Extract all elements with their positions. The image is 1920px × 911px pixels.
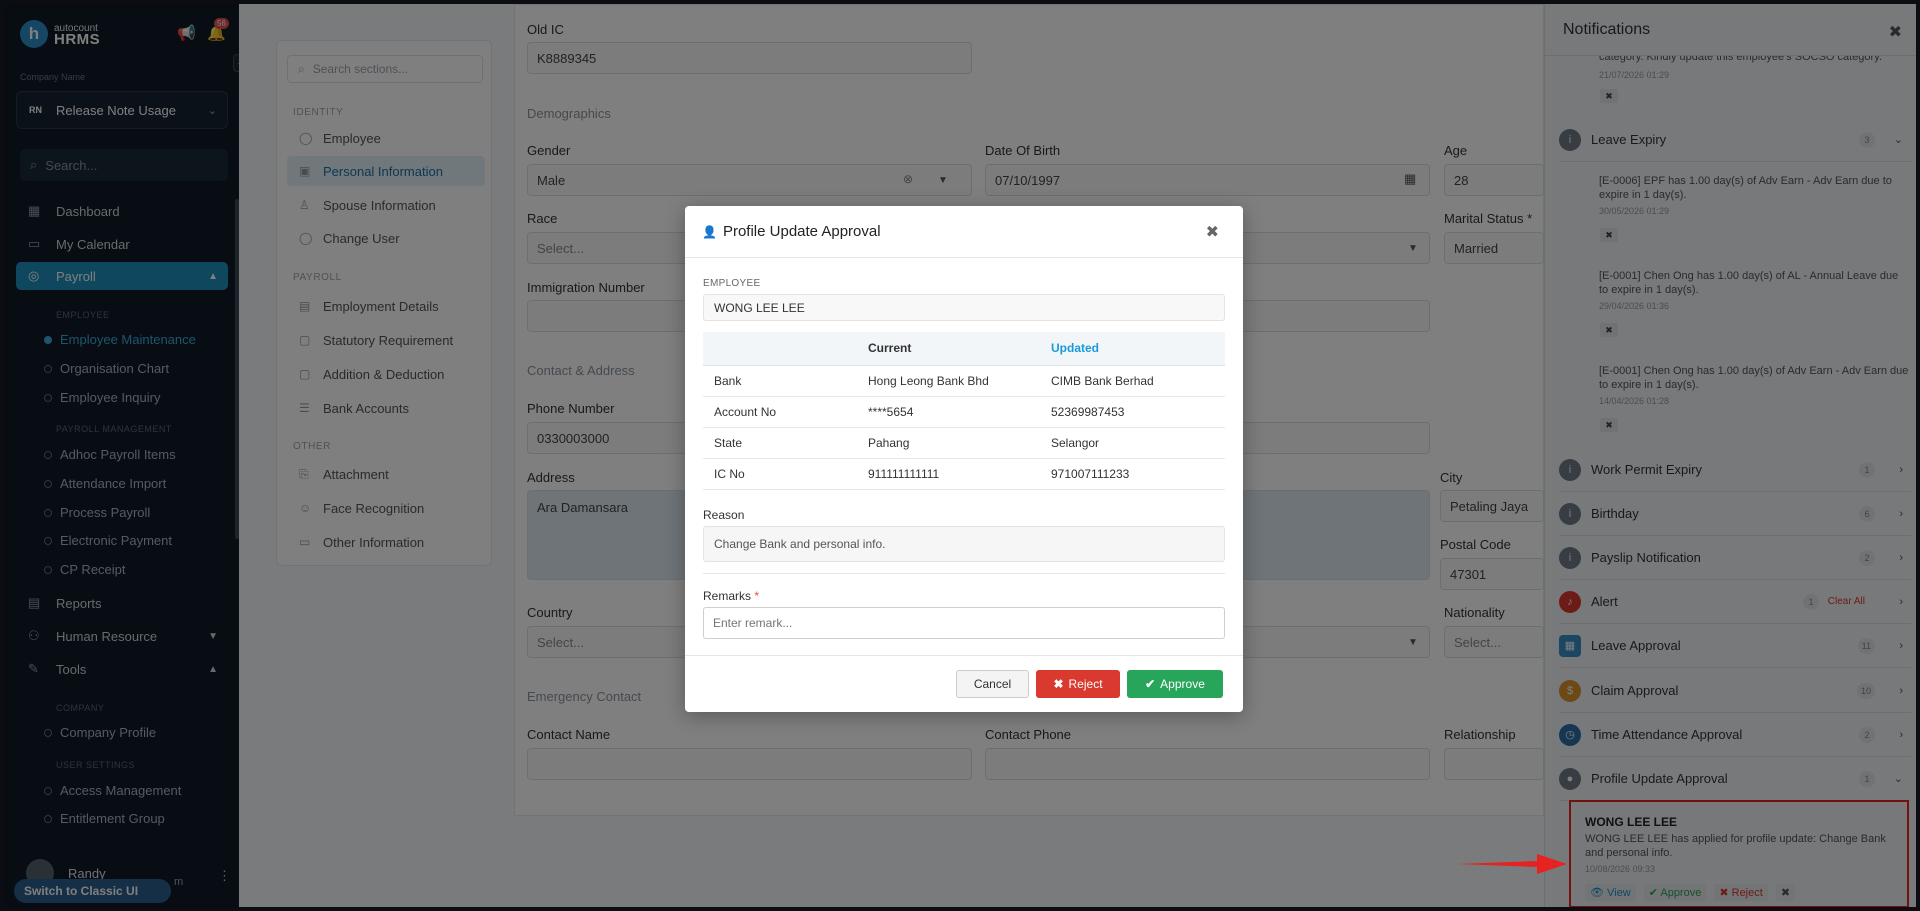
approve-button[interactable]: ✔ Approve (1127, 670, 1223, 698)
row-current: ****5654 (868, 396, 1051, 428)
modal-footer-divider (685, 655, 1243, 656)
close-icon[interactable]: ✖ (1206, 222, 1219, 242)
employee-label: EMPLOYEE (703, 278, 761, 289)
table-row: Account No ****5654 52369987453 (703, 396, 1225, 428)
user-icon: 👤 (702, 224, 717, 239)
app-window: h autocount HRMS 📢 🔔 56 Company Name RN … (0, 0, 1920, 911)
row-updated: Selangor (1051, 427, 1225, 459)
row-updated: 52369987453 (1051, 396, 1225, 428)
row-current: Pahang (868, 427, 1051, 459)
cancel-button[interactable]: Cancel (956, 670, 1029, 698)
table-row: IC No 911111111111 971007111233 (703, 458, 1225, 490)
remarks-label: Remarks (703, 589, 752, 603)
row-field: IC No (703, 458, 868, 490)
col-updated: Updated (1051, 332, 1225, 366)
remarks-input[interactable] (703, 607, 1225, 639)
annotation-arrow-icon (1457, 854, 1567, 874)
table-header-row: Current Updated (703, 332, 1225, 366)
modal-header: 👤 Profile Update Approval (685, 206, 1243, 258)
row-updated: CIMB Bank Berhad (1051, 365, 1225, 397)
profile-update-approval-modal: 👤 Profile Update Approval ✖ EMPLOYEE WONG… (685, 206, 1243, 712)
col-current: Current (868, 332, 1051, 366)
reason-label: Reason (703, 508, 745, 522)
col-field (703, 332, 868, 366)
x-icon: ✖ (1053, 677, 1064, 691)
changes-table: Current Updated Bank Hong Leong Bank Bhd C… (703, 332, 1225, 490)
table-row: Bank Hong Leong Bank Bhd CIMB Bank Berhad (703, 365, 1225, 397)
table-row: State Pahang Selangor (703, 427, 1225, 459)
remarks-label-wrap: Remarks * (703, 589, 759, 603)
employee-field: WONG LEE LEE (703, 294, 1225, 321)
check-icon: ✔ (1145, 677, 1156, 691)
modal-title: Profile Update Approval (722, 223, 881, 240)
approve-label: Approve (1160, 677, 1205, 691)
row-field: Account No (703, 396, 868, 428)
divider (703, 573, 1225, 574)
row-current: Hong Leong Bank Bhd (868, 365, 1051, 397)
reason-field: Change Bank and personal info. (703, 526, 1225, 562)
required-marker: * (754, 589, 760, 603)
reject-button[interactable]: ✖ Reject (1036, 670, 1120, 698)
row-field: Bank (703, 365, 868, 397)
row-updated: 971007111233 (1051, 458, 1225, 490)
reject-label: Reject (1068, 677, 1103, 691)
row-field: State (703, 427, 868, 459)
row-current: 911111111111 (868, 458, 1051, 490)
